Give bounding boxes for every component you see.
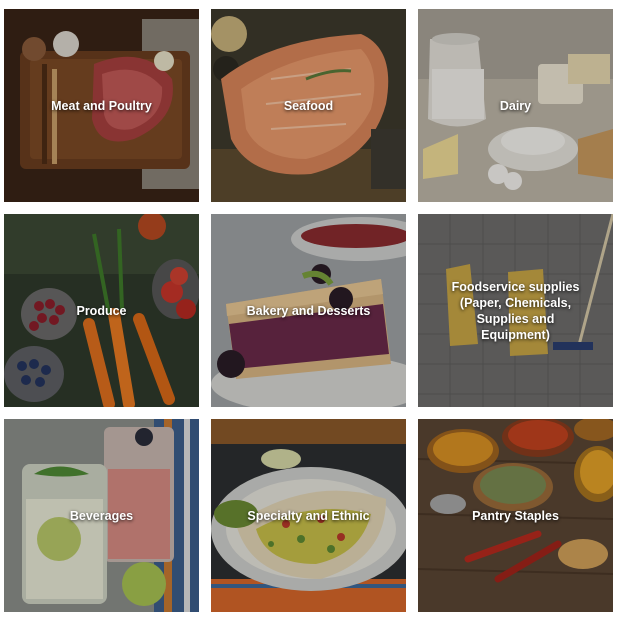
category-label: Bakery and Desserts [246, 303, 371, 318]
category-tile-foodservice-supplies[interactable]: Foodservice supplies (Paper, Chemicals, … [418, 214, 613, 407]
category-tile-bakery-and-desserts[interactable]: Bakery and Desserts [211, 214, 406, 407]
category-tile-meat-and-poultry[interactable]: Meat and Poultry [4, 9, 199, 202]
category-label: Dairy [499, 98, 532, 113]
category-label: Meat and Poultry [51, 98, 152, 113]
category-tile-beverages[interactable]: Beverages [4, 419, 199, 612]
category-label: Foodservice supplies (Paper, Chemicals, … [451, 279, 580, 342]
category-tile-pantry-staples[interactable]: Pantry Staples [418, 419, 613, 612]
category-label: Beverages [69, 508, 134, 523]
category-label: Specialty and Ethnic [247, 508, 370, 523]
category-grid: Meat and Poultry Seafood Dairy Produce B… [4, 9, 613, 612]
category-tile-dairy[interactable]: Dairy [418, 9, 613, 202]
category-tile-specialty-and-ethnic[interactable]: Specialty and Ethnic [211, 419, 406, 612]
category-label: Produce [76, 303, 127, 318]
category-label: Seafood [283, 98, 334, 113]
category-tile-produce[interactable]: Produce [4, 214, 199, 407]
category-tile-seafood[interactable]: Seafood [211, 9, 406, 202]
category-label: Pantry Staples [472, 508, 559, 523]
